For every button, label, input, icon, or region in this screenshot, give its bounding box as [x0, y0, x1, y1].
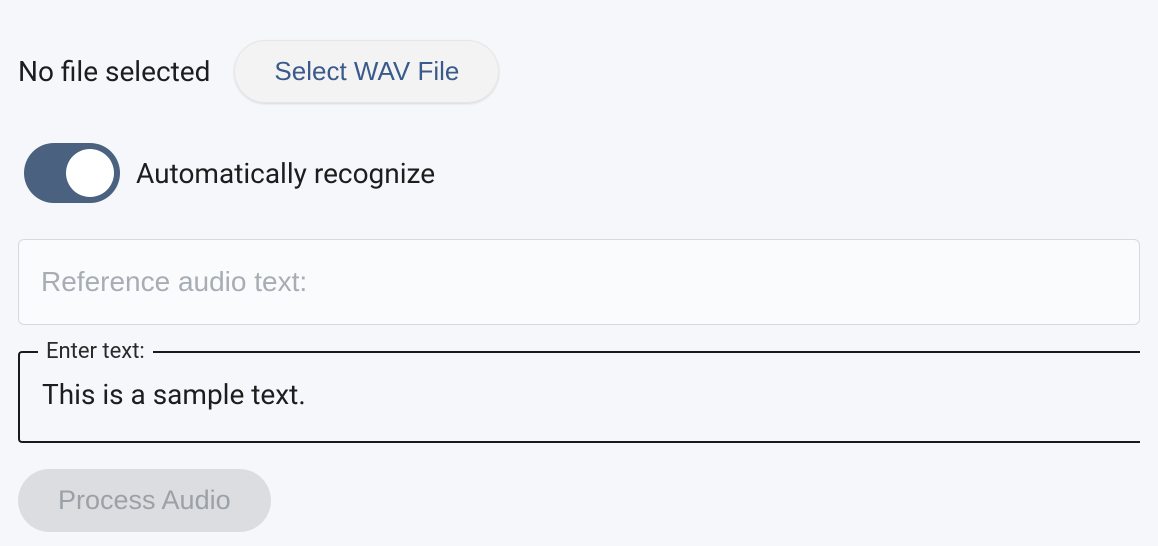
enter-text-fieldset: Enter text:: [18, 351, 1140, 443]
file-status-label: No file selected: [18, 55, 210, 88]
select-wav-file-button[interactable]: Select WAV File: [234, 40, 499, 103]
auto-recognize-label: Automatically recognize: [136, 157, 435, 190]
file-select-row: No file selected Select WAV File: [18, 40, 1140, 103]
toggle-knob: [66, 149, 114, 197]
enter-text-input[interactable]: [42, 375, 1118, 415]
process-audio-button[interactable]: Process Audio: [18, 469, 271, 532]
reference-audio-text-input[interactable]: [18, 239, 1140, 325]
auto-recognize-toggle[interactable]: [24, 143, 120, 203]
enter-text-legend: Enter text:: [38, 339, 153, 364]
auto-recognize-row: Automatically recognize: [18, 143, 1140, 203]
